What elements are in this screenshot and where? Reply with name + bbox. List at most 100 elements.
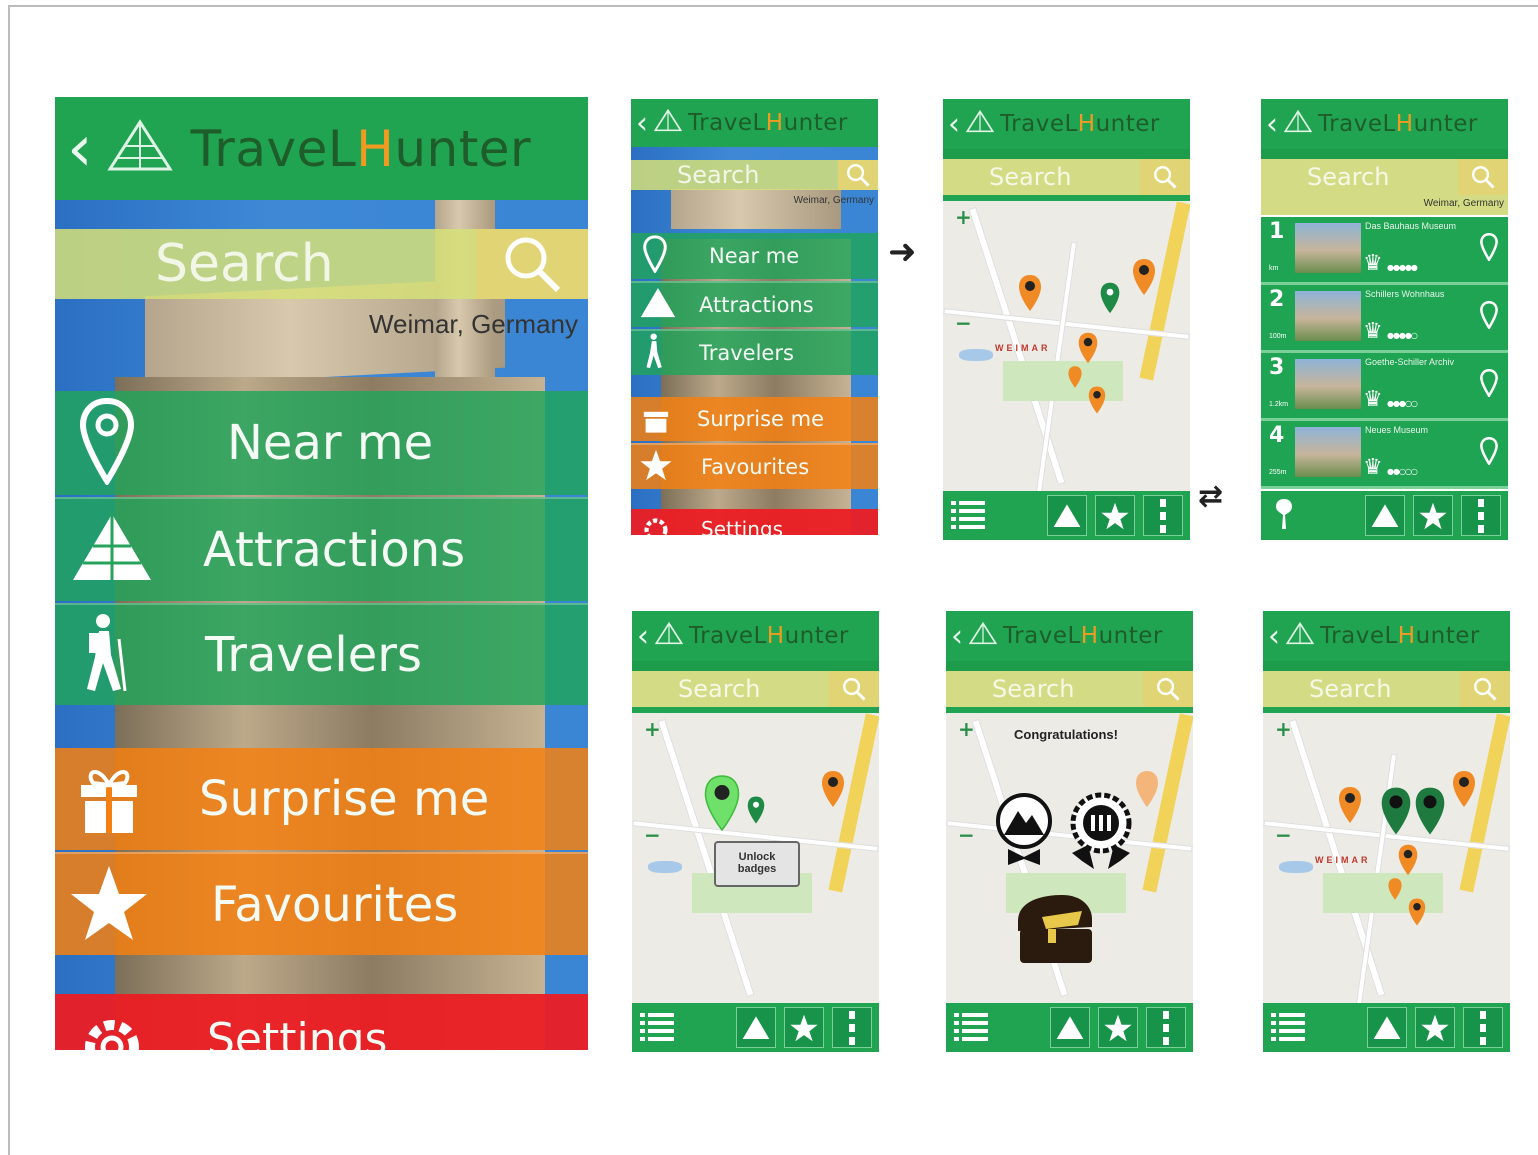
back-button[interactable]: ‹ bbox=[948, 107, 960, 142]
menu-item-near-me[interactable]: Near me bbox=[631, 233, 878, 279]
menu-item-favourites[interactable]: Favourites bbox=[631, 443, 878, 489]
map-view[interactable]: WEIMAR + − bbox=[943, 201, 1190, 491]
search-button[interactable] bbox=[476, 229, 588, 299]
map-view[interactable]: + − Congratulations! bbox=[946, 713, 1193, 1003]
search-input[interactable]: Search bbox=[155, 234, 334, 294]
more-options-button[interactable] bbox=[1146, 1007, 1186, 1048]
active-pin-icon[interactable] bbox=[702, 773, 742, 833]
attraction-pin-icon[interactable] bbox=[1387, 877, 1403, 901]
menu-item-surprise-me[interactable]: Surprise me bbox=[631, 397, 878, 441]
menu-item-label: Travelers bbox=[205, 627, 422, 683]
menu-item-settings[interactable]: Settings bbox=[631, 509, 878, 535]
attraction-pin-icon[interactable] bbox=[1017, 273, 1043, 313]
list-view-icon[interactable] bbox=[640, 1011, 674, 1047]
back-button[interactable]: ‹ bbox=[1268, 619, 1280, 654]
search-button[interactable] bbox=[829, 671, 879, 707]
zoom-in-button[interactable]: + bbox=[955, 205, 972, 229]
attractions-filter-button[interactable] bbox=[736, 1007, 776, 1048]
menu-item-attractions[interactable]: Attractions bbox=[631, 281, 878, 327]
menu-item-travelers[interactable]: Travelers bbox=[55, 603, 588, 705]
map-view[interactable]: WEIMAR + − bbox=[1263, 713, 1510, 1003]
list-view-icon[interactable] bbox=[1271, 1011, 1305, 1047]
attraction-pin-icon[interactable] bbox=[1067, 365, 1083, 389]
list-item[interactable]: 1 Das Bauhaus Museum km ♛ ●●●●● bbox=[1261, 217, 1508, 285]
menu-item-travelers[interactable]: Travelers bbox=[631, 329, 878, 375]
attraction-pin-icon[interactable] bbox=[1451, 769, 1477, 809]
favourites-button[interactable] bbox=[784, 1007, 824, 1048]
menu-item-near-me[interactable]: Near me bbox=[55, 391, 588, 495]
attraction-pin-icon[interactable] bbox=[1087, 385, 1107, 415]
list-view-icon[interactable] bbox=[951, 499, 985, 535]
location-pin-icon[interactable] bbox=[1480, 233, 1498, 261]
attraction-pin-icon[interactable] bbox=[1134, 769, 1160, 809]
mountain-badge-icon[interactable] bbox=[994, 791, 1054, 865]
location-pin-icon[interactable] bbox=[1480, 437, 1498, 465]
search-input[interactable]: Search bbox=[1309, 675, 1391, 703]
list-item[interactable]: 3 Goethe-Schiller Archiv 1.2km ♛ ●●●○○ bbox=[1261, 353, 1508, 421]
more-options-button[interactable] bbox=[832, 1007, 872, 1048]
zoom-out-button[interactable]: − bbox=[958, 823, 975, 847]
back-button[interactable]: ‹ bbox=[951, 619, 963, 654]
unlock-badges-button[interactable]: Unlock badges bbox=[714, 841, 800, 887]
more-options-button[interactable] bbox=[1463, 1007, 1503, 1048]
search-button[interactable] bbox=[1458, 159, 1508, 195]
zoom-in-button[interactable]: + bbox=[958, 717, 975, 741]
treasure-chest-icon[interactable] bbox=[1012, 891, 1096, 965]
attractions-filter-button[interactable] bbox=[1365, 495, 1405, 536]
star-icon bbox=[1421, 1014, 1449, 1041]
more-options-button[interactable] bbox=[1461, 495, 1501, 536]
favourites-button[interactable] bbox=[1095, 495, 1135, 536]
search-input[interactable]: Search bbox=[989, 163, 1071, 191]
search-input[interactable]: Search bbox=[992, 675, 1074, 703]
traveler-pin-icon[interactable] bbox=[1099, 281, 1121, 315]
attraction-pin-icon[interactable] bbox=[1077, 331, 1099, 365]
list-item[interactable]: 2 Schillers Wohnhaus 100m ♛ ●●●●○ bbox=[1261, 285, 1508, 353]
map-pin-icon[interactable] bbox=[1273, 497, 1295, 535]
location-pin-icon[interactable] bbox=[1480, 369, 1498, 397]
zoom-out-button[interactable]: − bbox=[955, 311, 972, 335]
zoom-in-button[interactable]: + bbox=[1275, 717, 1292, 741]
unlocked-pin-icon[interactable] bbox=[1413, 785, 1447, 837]
menu-item-favourites[interactable]: Favourites bbox=[55, 852, 588, 955]
location-pin-icon[interactable] bbox=[1480, 301, 1498, 329]
list-item[interactable]: 4 Neues Museum 255m ♛ ●●○○○ bbox=[1261, 421, 1508, 489]
header-strip bbox=[1263, 661, 1510, 671]
unlocked-pin-icon[interactable] bbox=[1379, 785, 1413, 837]
menu-item-surprise-me[interactable]: Surprise me bbox=[55, 748, 588, 850]
attraction-pin-icon[interactable] bbox=[820, 769, 846, 809]
congratulations-message: Congratulations! bbox=[1014, 727, 1118, 742]
zoom-out-button[interactable]: − bbox=[1275, 823, 1292, 847]
search-input[interactable]: Search bbox=[678, 675, 760, 703]
search-button[interactable] bbox=[1143, 671, 1193, 707]
back-button[interactable]: ‹ bbox=[67, 117, 93, 181]
attractions-filter-button[interactable] bbox=[1367, 1007, 1407, 1048]
attraction-pin-icon[interactable] bbox=[1397, 843, 1419, 877]
list-view-icon[interactable] bbox=[954, 1011, 988, 1047]
attraction-pin-icon[interactable] bbox=[1337, 785, 1363, 825]
search-bar: Search bbox=[631, 160, 878, 190]
attraction-pin-icon[interactable] bbox=[1131, 257, 1157, 297]
search-input[interactable]: Search bbox=[1307, 163, 1389, 191]
zoom-out-button[interactable]: − bbox=[644, 823, 661, 847]
menu-item-settings[interactable]: Settings bbox=[55, 994, 588, 1050]
small-menu-screen: ‹ TraveLHunter Search Weimar, Germany Ne… bbox=[631, 99, 878, 535]
search-input[interactable]: Search bbox=[677, 161, 759, 189]
map-view[interactable]: + − Unlock badges bbox=[632, 713, 879, 1003]
favourites-button[interactable] bbox=[1413, 495, 1453, 536]
back-button[interactable]: ‹ bbox=[1266, 107, 1278, 142]
attractions-filter-button[interactable] bbox=[1047, 495, 1087, 536]
museum-badge-icon[interactable] bbox=[1064, 791, 1138, 869]
zoom-in-button[interactable]: + bbox=[644, 717, 661, 741]
search-button[interactable] bbox=[838, 160, 878, 190]
attraction-pin-icon[interactable] bbox=[1407, 897, 1427, 927]
back-button[interactable]: ‹ bbox=[637, 619, 649, 654]
favourites-button[interactable] bbox=[1415, 1007, 1455, 1048]
back-button[interactable]: ‹ bbox=[636, 106, 648, 141]
attractions-filter-button[interactable] bbox=[1050, 1007, 1090, 1048]
more-options-button[interactable] bbox=[1143, 495, 1183, 536]
traveler-pin-icon[interactable] bbox=[746, 795, 766, 825]
search-button[interactable] bbox=[1460, 671, 1510, 707]
menu-item-attractions[interactable]: Attractions bbox=[55, 497, 588, 601]
favourites-button[interactable] bbox=[1098, 1007, 1138, 1048]
search-button[interactable] bbox=[1140, 159, 1190, 195]
